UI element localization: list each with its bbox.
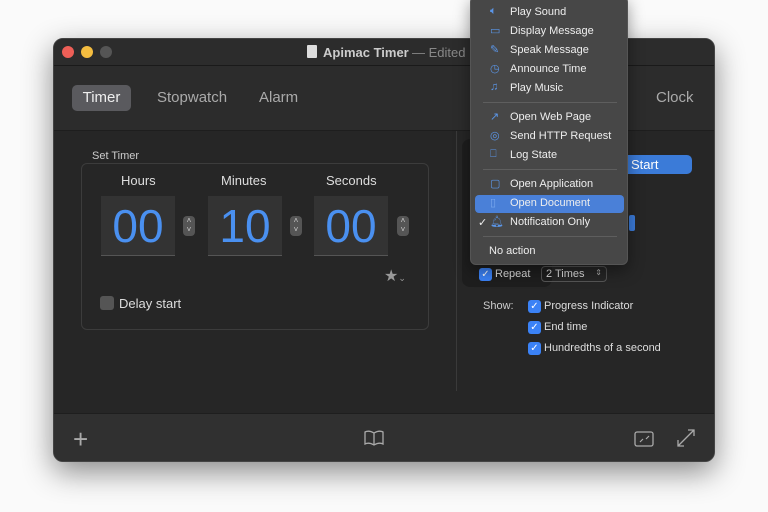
document-icon: ▯ [490,197,497,209]
hours-stepper[interactable]: ˄ ˅ [183,216,195,236]
microphone-icon: ✎ [490,44,500,56]
menu-item-announce-time[interactable]: ◷ Announce Time [475,61,624,79]
show-label: Show: [483,300,514,312]
document-icon [307,45,317,58]
minimize-button[interactable] [81,46,93,58]
repeat-select[interactable]: 2 Times ⇕ [541,266,607,282]
action-stepper[interactable] [629,215,635,231]
http-request-icon: ◎ [490,130,500,142]
favorites-star-icon[interactable]: ★⌄ [384,266,406,286]
bottom-bar: + [54,413,714,461]
message-bubble-icon: ▭ [490,25,501,37]
minutes-stepper[interactable]: ˄ ˅ [290,216,302,236]
book-icon[interactable] [364,430,384,446]
seconds-label: Seconds [326,173,377,188]
start-label: Start [631,157,659,172]
minutes-label: Minutes [221,173,267,188]
progress-indicator-label: Progress Indicator [544,300,634,312]
repeat-label: Repeat [495,268,531,280]
window-title: Apimac Timer [323,45,409,60]
menu-item-open-document[interactable]: ▯ Open Document [475,195,624,213]
menu-item-display-message[interactable]: ▭ Display Message [475,23,624,41]
zoom-button[interactable] [100,46,112,58]
delay-start-checkbox[interactable] [100,296,114,310]
menu-item-play-music[interactable]: ♫ Play Music [475,80,624,98]
close-button[interactable] [62,46,74,58]
music-notes-icon: ♫ [490,81,499,93]
menu-item-play-sound[interactable]: 🔈︎ Play Sound [475,4,624,22]
tab-timer[interactable]: Timer [72,85,131,111]
start-button[interactable]: Start [621,155,692,174]
add-icon[interactable]: + [73,424,88,455]
hundredths-checkbox[interactable]: ✓ [528,342,541,355]
tab-alarm[interactable]: Alarm [259,89,298,106]
menu-item-open-application[interactable]: ▢ Open Application [475,176,624,194]
delay-start-label: Delay start [119,296,182,311]
menu-item-send-http-request[interactable]: ◎ Send HTTP Request [475,128,624,146]
hours-label: Hours [121,173,156,188]
action-menu: 🔈︎ Play Sound ▭ Display Message ✎ Speak Mes… [470,0,628,265]
hundredths-label: Hundredths of a second [544,342,661,354]
seconds-stepper[interactable]: ˄ ˅ [397,216,409,236]
menu-item-log-state[interactable]: ⎕ Log State [475,147,624,165]
end-time-checkbox[interactable]: ✓ [528,321,541,334]
menu-separator [483,236,617,237]
end-time-label: End time [544,321,588,333]
book-icon: ⎕ [490,148,497,160]
compact-mode-icon[interactable] [634,431,654,447]
application-icon: ▢ [490,178,501,190]
progress-indicator-checkbox[interactable]: ✓ [528,300,541,313]
set-timer-label: Set Timer [92,150,140,162]
repeat-checkbox[interactable]: ✓ [479,268,492,281]
tab-stopwatch[interactable]: Stopwatch [157,89,227,106]
tab-clock[interactable]: Clock [656,89,694,106]
clock-icon: ◷ [490,63,500,75]
repeat-value: 2 Times [546,268,585,280]
minutes-field[interactable]: 10 [208,196,282,256]
edited-label: — Edited [412,45,466,60]
menu-item-notification-only[interactable]: ✓ 🔔︎ Notification Only [475,214,624,232]
menu-separator [483,169,617,170]
bell-icon: 🔔︎ [490,216,504,228]
menu-item-open-web-page[interactable]: ↗ Open Web Page [475,109,624,127]
menu-item-speak-message[interactable]: ✎ Speak Message [475,42,624,60]
checkmark-icon: ✓ [478,217,488,229]
speaker-icon: 🔈︎ [490,5,497,17]
menu-item-no-action[interactable]: No action [475,243,624,261]
web-link-icon: ↗ [490,111,500,123]
hours-field[interactable]: 00 [101,196,175,256]
seconds-field[interactable]: 00 [314,196,388,256]
fullscreen-icon[interactable] [676,428,696,448]
menu-separator [483,102,617,103]
divider [456,131,457,391]
